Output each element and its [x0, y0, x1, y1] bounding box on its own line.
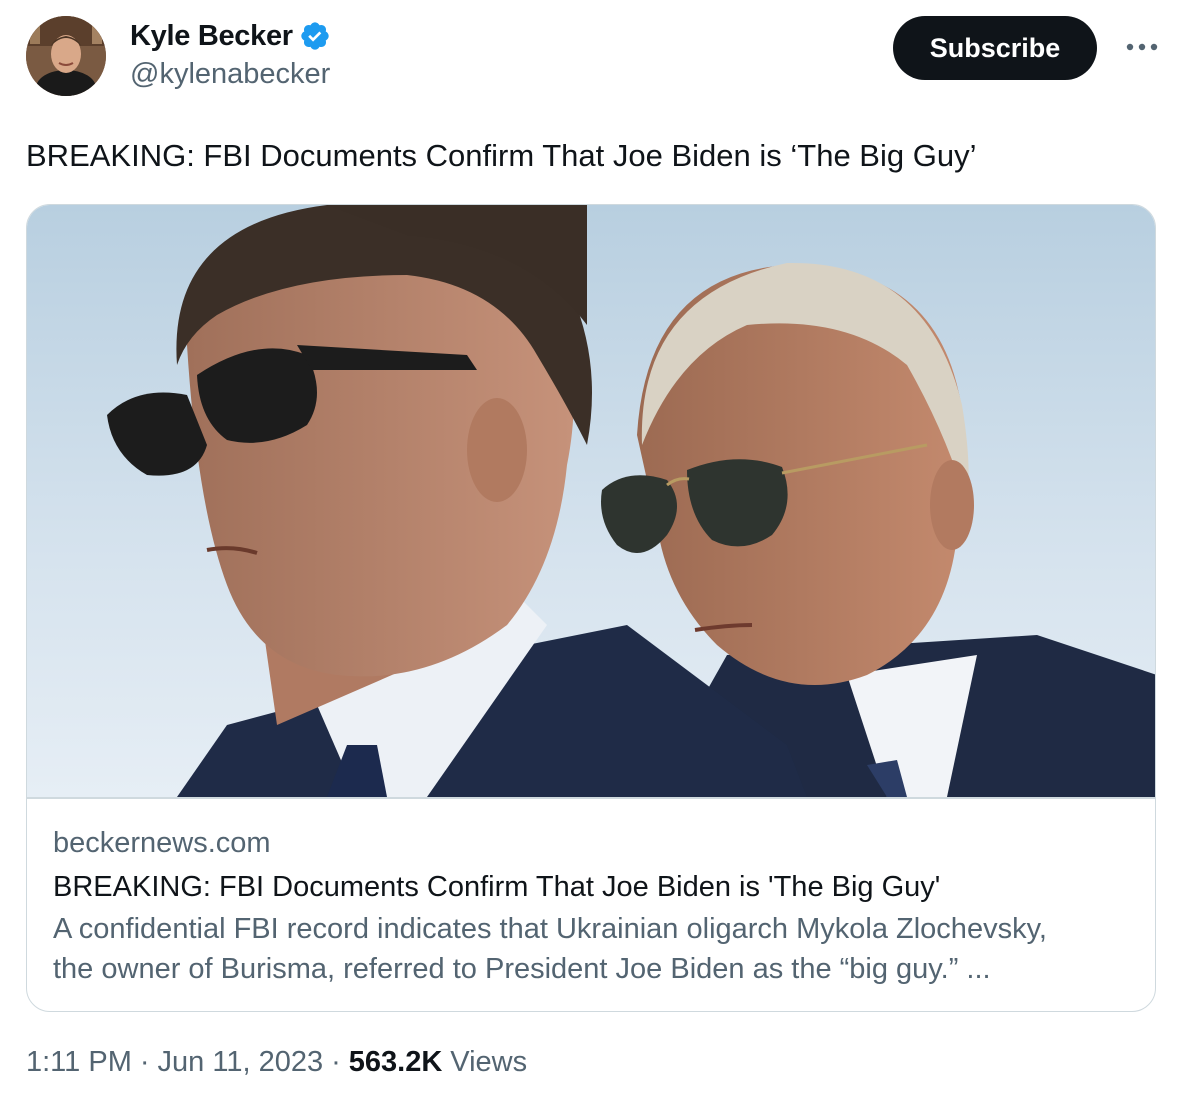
avatar[interactable] [26, 16, 106, 96]
verified-badge-icon[interactable] [299, 20, 331, 52]
subscribe-button[interactable]: Subscribe [893, 16, 1097, 80]
tweet-meta: 1:11 PM · Jun 11, 2023 · 563.2K Views [26, 1046, 527, 1079]
card-title[interactable]: BREAKING: FBI Documents Confirm That Joe… [53, 867, 1133, 907]
tweet: Kyle Becker @kylenabecker Subscribe BREA… [0, 0, 1182, 1106]
card-description-line: A confidential FBI record indicates that… [53, 913, 1047, 945]
card-description: A confidential FBI record indicates that… [53, 909, 1133, 989]
display-name[interactable]: Kyle Becker [130, 20, 293, 53]
tweet-time[interactable]: 1:11 PM [26, 1046, 132, 1079]
link-card[interactable]: beckernews.com BREAKING: FBI Documents C… [26, 204, 1156, 1012]
more-horizontal-icon[interactable] [1122, 32, 1162, 62]
card-domain[interactable]: beckernews.com [53, 823, 1133, 863]
meta-separator: · [331, 1046, 341, 1078]
views-count[interactable]: 563.2K [349, 1046, 443, 1079]
author-names: Kyle Becker @kylenabecker [130, 18, 331, 91]
display-name-row: Kyle Becker [130, 18, 331, 54]
tweet-date[interactable]: Jun 11, 2023 [158, 1046, 324, 1079]
card-description-line: the owner of Burisma, referred to Presid… [53, 953, 991, 985]
handle[interactable]: @kylenabecker [130, 58, 331, 91]
meta-separator: · [139, 1046, 150, 1078]
card-image[interactable] [27, 205, 1155, 797]
card-body[interactable]: beckernews.com BREAKING: FBI Documents C… [53, 823, 1133, 989]
views-label[interactable]: Views [450, 1046, 527, 1079]
tweet-header: Kyle Becker @kylenabecker Subscribe [26, 14, 1162, 98]
tweet-text: BREAKING: FBI Documents Confirm That Joe… [26, 138, 977, 173]
card-divider [27, 797, 1155, 799]
